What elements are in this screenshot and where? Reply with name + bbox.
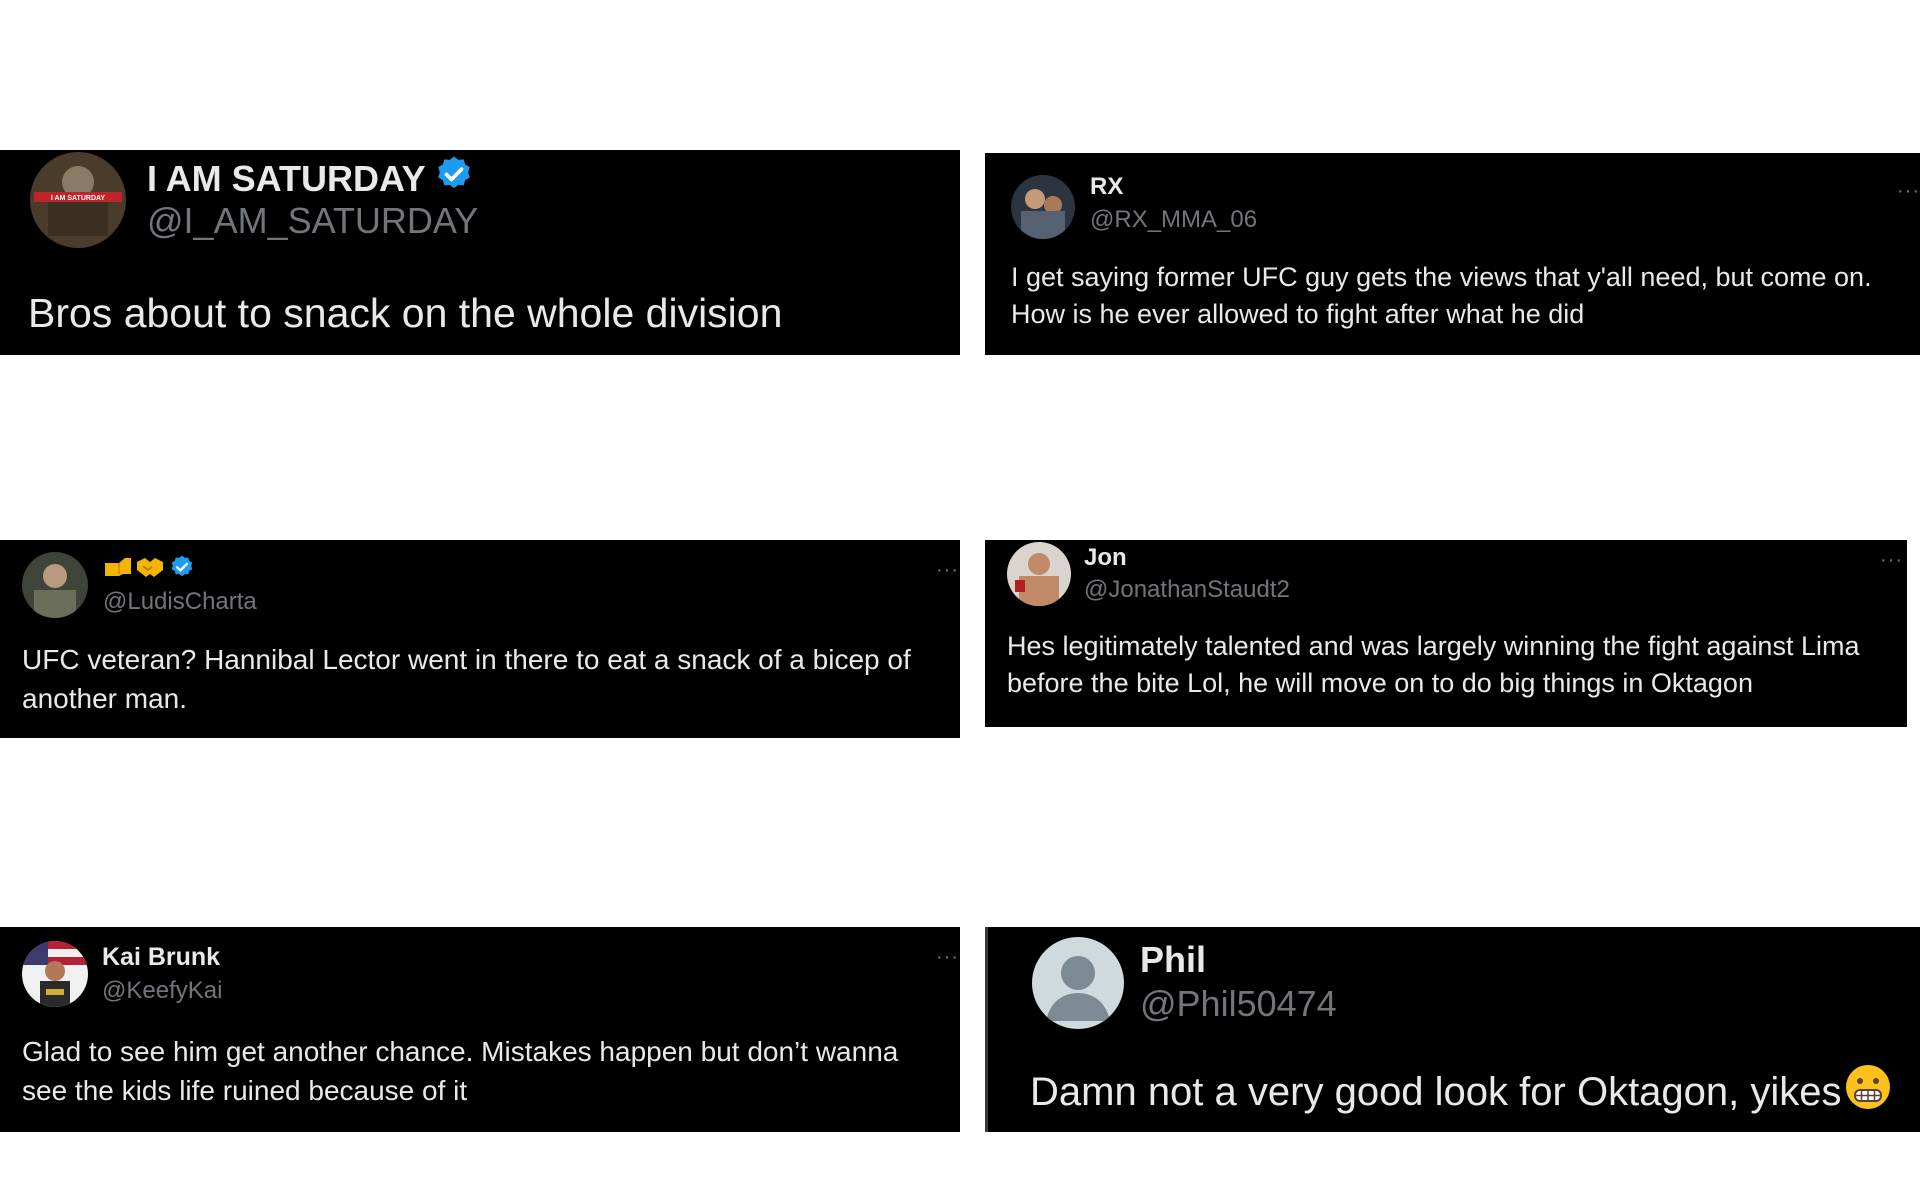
avatar[interactable]: [1007, 542, 1071, 606]
tweet-card-phil: Phil @Phil50474 Damn not a very good loo…: [985, 927, 1920, 1132]
tweet-text: I get saying former UFC guy gets the vie…: [1011, 262, 1872, 330]
user-handle[interactable]: @JonathanStaudt2: [1084, 576, 1290, 604]
more-options-icon[interactable]: ···: [1897, 181, 1920, 201]
user-handle[interactable]: @RX_MMA_06: [1090, 206, 1257, 234]
user-handle[interactable]: @Phil50474: [1140, 983, 1337, 1025]
tweet-text: Glad to see him get another chance. Mist…: [22, 1036, 899, 1107]
tweet-text: Hes legitimately talented and was largel…: [1007, 631, 1860, 699]
more-options-icon[interactable]: ···: [936, 947, 959, 967]
tweet-card-i-am-saturday: I AM SATURDAY I AM SATURDAY @I_AM_SATURD…: [0, 150, 960, 355]
avatar[interactable]: I AM SATURDAY: [30, 152, 126, 248]
tweet-card-kai-brunk: Kai Brunk @KeefyKai ··· Glad to see him …: [0, 927, 960, 1132]
display-name[interactable]: I AM SATURDAY: [147, 154, 474, 203]
more-options-icon[interactable]: ···: [1880, 550, 1903, 570]
display-name[interactable]: Kai Brunk: [102, 943, 220, 972]
svg-text:I AM SATURDAY: I AM SATURDAY: [51, 195, 106, 202]
user-handle[interactable]: @I_AM_SATURDAY: [147, 200, 478, 242]
verified-badge-icon: [434, 154, 474, 203]
display-name[interactable]: Jon: [1084, 544, 1127, 572]
avatar[interactable]: [22, 941, 88, 1007]
fist-emoji-icon: [103, 554, 133, 587]
display-name-label: I AM SATURDAY: [147, 157, 426, 199]
tweet-text: Damn not a very good look for Oktagon, y…: [1030, 1063, 1910, 1126]
tweet-text: UFC veteran? Hannibal Lector went in the…: [22, 644, 911, 715]
display-name[interactable]: Phil: [1140, 939, 1206, 981]
verified-badge-icon: [169, 554, 195, 587]
avatar[interactable]: [1011, 175, 1075, 239]
grimacing-face-emoji-icon: [1844, 1063, 1892, 1126]
tweet-text: Bros about to snack on the whole divisio…: [28, 290, 783, 336]
tweet-card-jon: Jon @JonathanStaudt2 ··· Hes legitimatel…: [985, 540, 1907, 727]
more-options-icon[interactable]: ···: [936, 560, 959, 580]
display-name[interactable]: RX: [1090, 173, 1123, 201]
tweet-card-ludischarta: @LudisCharta ··· UFC veteran? Hannibal L…: [0, 540, 960, 738]
avatar[interactable]: [1032, 937, 1124, 1029]
handshake-emoji-icon: [135, 554, 165, 587]
avatar[interactable]: [22, 552, 88, 618]
user-handle[interactable]: @KeefyKai: [102, 977, 222, 1005]
tweet-text-content: Damn not a very good look for Oktagon, y…: [1030, 1070, 1842, 1115]
tweet-card-rx: RX @RX_MMA_06 ··· I get saying former UF…: [985, 153, 1920, 355]
user-handle[interactable]: @LudisCharta: [103, 588, 257, 616]
display-name[interactable]: [103, 554, 195, 587]
